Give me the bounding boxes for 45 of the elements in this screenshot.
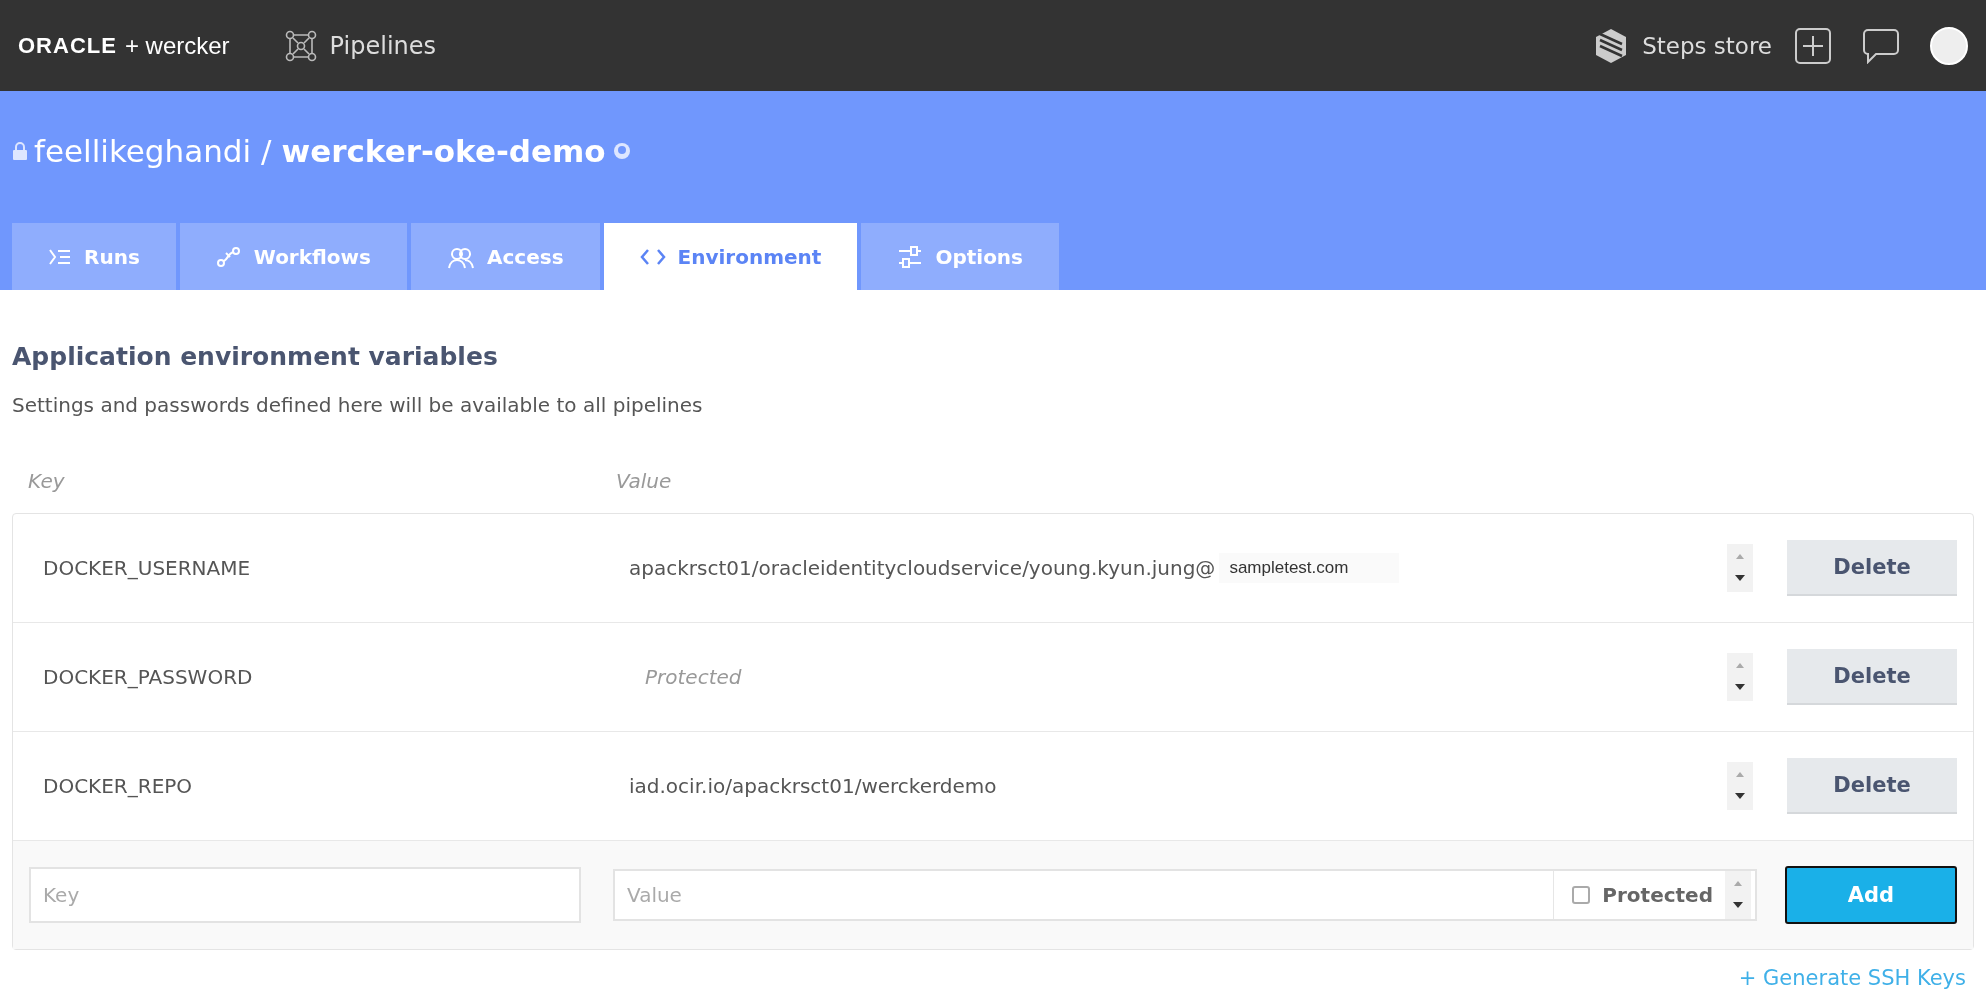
path-separator: / (261, 133, 272, 169)
sliders-icon (897, 244, 924, 269)
network-icon (283, 28, 318, 63)
chat-button[interactable] (1862, 27, 1900, 64)
tab[interactable]: Access (411, 223, 600, 290)
brand-suffix: + wercker (124, 31, 230, 60)
project-owner[interactable]: feellikeghandi (34, 133, 252, 169)
value-field[interactable]: Value Protected (613, 869, 1757, 921)
variable-key: DOCKER_PASSWORD (43, 665, 253, 689)
delete-button[interactable]: Delete (1787, 649, 1957, 705)
steps-store-link[interactable]: Steps store (1594, 27, 1772, 64)
link-icon (215, 244, 242, 269)
variable-key: DOCKER_REPO (43, 774, 193, 798)
variable-value: iad.ocir.io/apackrsct01/werckerdemo (629, 774, 997, 798)
section-description: Settings and passwords defined here will be available to all pipelines (12, 393, 704, 417)
add-button[interactable]: Add (1785, 866, 1957, 924)
delete-button[interactable]: Delete (1787, 540, 1957, 596)
code-icon (639, 247, 666, 266)
cube-icon (1594, 27, 1629, 64)
pasted-text: sampletest.com (1219, 553, 1400, 583)
protected-checkbox[interactable] (1572, 886, 1591, 904)
user-avatar[interactable] (1930, 26, 1968, 65)
spinner-control[interactable] (1727, 653, 1753, 701)
repository-icon (611, 141, 632, 161)
brand-logo[interactable]: ORACLE (18, 32, 117, 59)
spinner-control[interactable] (1725, 871, 1751, 919)
column-header: Key (28, 469, 65, 493)
tab[interactable]: Environment (603, 223, 858, 290)
section-title: Application environment variables (12, 342, 499, 371)
protected-label: Protected (1602, 883, 1713, 907)
add-button[interactable] (1794, 26, 1832, 65)
pipelines-link[interactable]: Pipelines (283, 28, 437, 63)
key-input[interactable]: Key (29, 867, 581, 923)
tab[interactable]: Options (861, 223, 1059, 290)
spinner-control[interactable] (1727, 544, 1753, 592)
variable-value: apackrsct01/oracleidentitycloudservice/young.kyun.jung@ (629, 556, 1216, 580)
project-name[interactable]: wercker-oke-demo (281, 133, 606, 169)
spinner-control[interactable] (1727, 762, 1753, 810)
delete-button[interactable]: Delete (1787, 758, 1957, 814)
generate-ssh-keys-link[interactable]: + Generate SSH Keys (1738, 966, 1966, 990)
variable-key: DOCKER_USERNAME (43, 556, 251, 580)
tab[interactable]: Runs (12, 223, 176, 290)
tab[interactable]: Workflows (179, 223, 407, 290)
column-header: Value (616, 469, 672, 493)
variable-value: Protected (644, 665, 742, 689)
